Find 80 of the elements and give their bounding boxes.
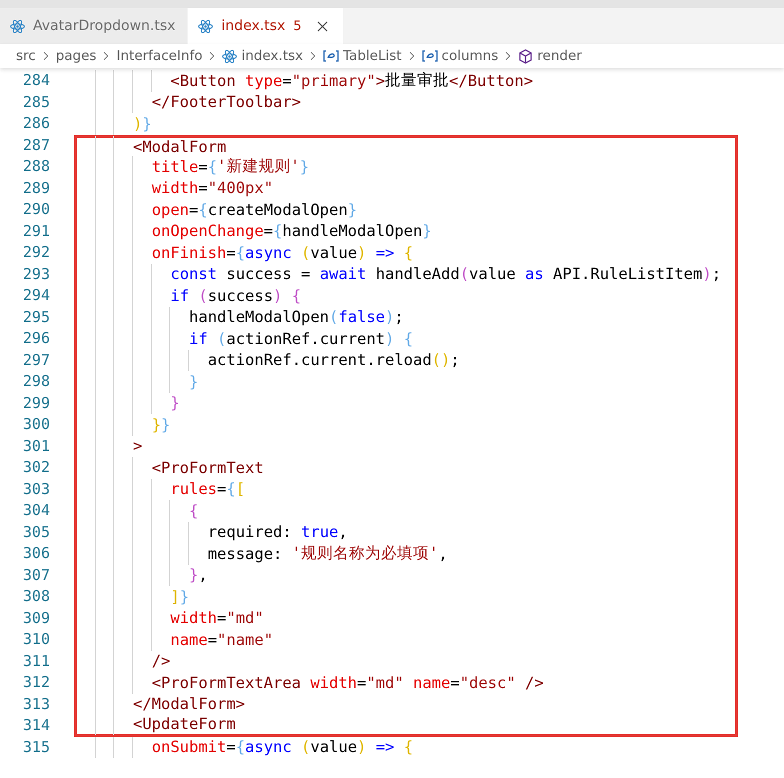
symbol-variable-icon (422, 50, 438, 62)
line-number: 297 (22, 350, 50, 370)
code-line: { (74, 500, 738, 522)
code-line: const success = await handleAdd(value as API.RuleListItem); (74, 264, 738, 285)
line-number: 307 (22, 564, 50, 586)
cube-icon (518, 48, 534, 64)
code-line: if (success) { (74, 285, 738, 306)
line-number: 299 (22, 392, 50, 414)
line-number: 302 (22, 457, 50, 478)
breadcrumb-item[interactable]: index.tsx (222, 48, 304, 64)
breadcrumb-item[interactable]: src (16, 48, 36, 64)
line-number: 301 (22, 436, 50, 456)
line-number: 300 (22, 414, 50, 435)
symbol-variable-icon (323, 50, 340, 62)
react-icon (10, 18, 25, 34)
code-line: } (74, 371, 738, 392)
line-number: 295 (22, 306, 50, 328)
breadcrumb-item[interactable]: TableList (323, 48, 402, 64)
code-line: <Button type="primary">批量审批</Button> (74, 70, 738, 92)
breadcrumb-item[interactable]: pages (56, 48, 96, 64)
code-line: </ModalForm> (74, 694, 738, 715)
code-line: <UpdateForm (74, 715, 738, 736)
line-number: 290 (22, 199, 50, 220)
line-number: 293 (22, 264, 50, 284)
line-number: 315 (22, 736, 50, 758)
line-number: 306 (22, 543, 50, 564)
line-number: 286 (22, 113, 50, 134)
code-line: open={createModalOpen} (74, 199, 738, 220)
code-line: onFinish={async (value) => { (74, 242, 738, 264)
editor-tab[interactable]: index.tsx 5 (188, 8, 344, 44)
breadcrumb-item[interactable]: render (518, 48, 582, 64)
line-number: 296 (22, 328, 50, 349)
line-number: 294 (22, 285, 50, 306)
line-number: 303 (22, 478, 50, 500)
code-line: handleModalOpen(false); (74, 306, 738, 328)
line-number: 289 (22, 178, 50, 198)
react-icon (222, 48, 238, 64)
code-line: } (74, 392, 738, 414)
code-line: <ProFormTextArea width="md" name="desc" /> (74, 672, 738, 694)
code-line: rules={[ (74, 478, 738, 500)
code-line: }} (74, 414, 738, 436)
line-number: 312 (22, 672, 50, 693)
code-line: width="400px" (74, 178, 738, 199)
line-number: 291 (22, 220, 50, 242)
line-number: 313 (22, 694, 50, 714)
problem-count: 5 (293, 18, 302, 34)
code-line: /> (74, 650, 738, 672)
code-line: ]} (74, 586, 738, 608)
code-line: onSubmit={async (value) => { (74, 736, 738, 758)
code-line: actionRef.current.reload(); (74, 350, 738, 371)
react-icon (198, 18, 214, 34)
line-number: 314 (22, 715, 50, 736)
code-line: onOpenChange={handleModalOpen} (74, 220, 738, 242)
line-number: 304 (22, 500, 50, 521)
code-line: title={'新建规则'} (74, 156, 738, 178)
line-number: 288 (22, 156, 50, 177)
code-line: </FooterToolbar> (74, 92, 738, 113)
line-number: 308 (22, 586, 50, 607)
code-line: if (actionRef.current) { (74, 328, 738, 350)
line-number: 305 (22, 522, 50, 542)
line-number: 311 (22, 650, 50, 672)
code-line: > (74, 436, 738, 457)
line-number: 309 (22, 608, 50, 628)
breadcrumb-item[interactable]: InterfaceInfo (116, 48, 202, 64)
line-number: 287 (22, 134, 50, 156)
code-line: <ProFormText (74, 457, 738, 478)
code-line: width="md" (74, 608, 738, 629)
code-line: }, (74, 564, 738, 586)
breadcrumb-item[interactable]: columns (422, 48, 498, 64)
line-number: 298 (22, 371, 50, 392)
line-number: 284 (22, 70, 50, 91)
editor-tab[interactable]: AvatarDropdown.tsx (0, 8, 188, 44)
code-line: <ModalForm (74, 134, 738, 156)
code-line: )} (74, 113, 738, 134)
line-number: 310 (22, 629, 50, 650)
line-number: 285 (22, 92, 50, 112)
code-line: message: '规则名称为必填项', (74, 543, 738, 564)
line-number: 292 (22, 242, 50, 263)
code-line: name="name" (74, 629, 738, 650)
code-line: required: true, (74, 522, 738, 543)
